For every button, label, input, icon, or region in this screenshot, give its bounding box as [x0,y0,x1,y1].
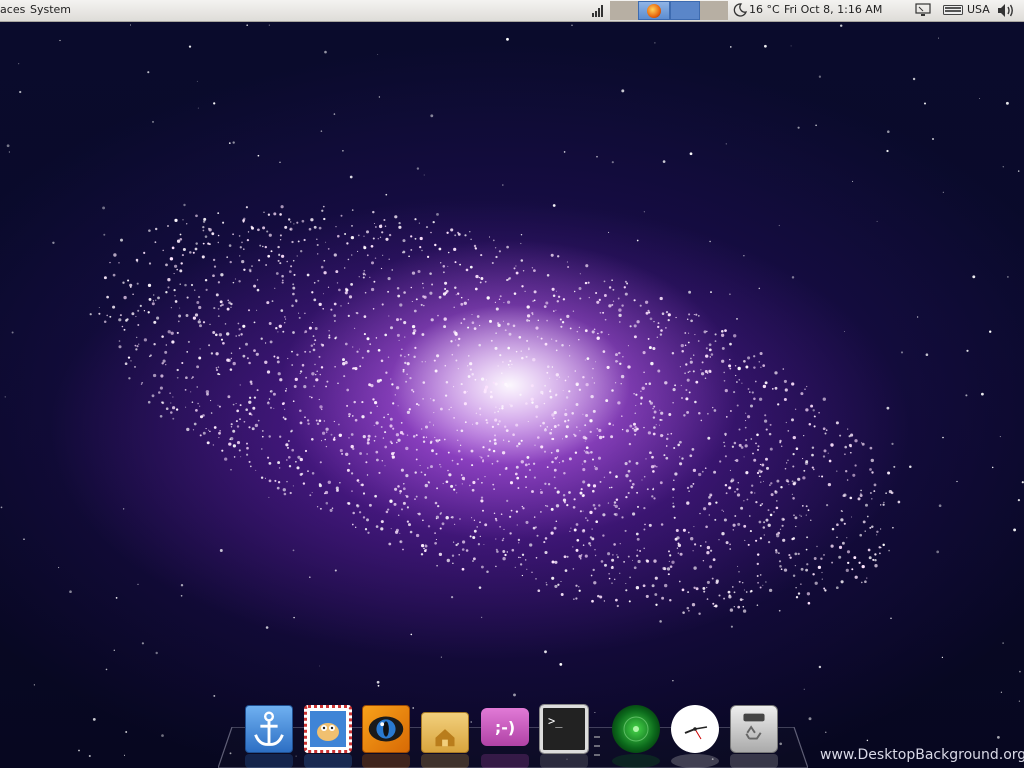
dock-item-clock[interactable] [671,705,719,753]
dock-reflection [730,754,778,768]
clock[interactable]: Fri Oct 8, 1:16 AM [784,3,882,16]
trash-icon [743,713,765,740]
clock-icon [684,726,708,740]
keyboard-layout[interactable]: USA [967,3,990,16]
taskbar-button-active-window[interactable] [670,1,700,20]
dock-reflection [245,754,293,768]
places-menu[interactable]: laces [0,3,25,16]
galaxy-stars [0,24,1024,760]
dock-item-radar[interactable] [612,705,660,753]
dock-item-chat[interactable]: ;-) [481,708,529,746]
display-icon[interactable] [915,3,931,17]
eye-icon [368,716,404,742]
weather-temperature[interactable]: 16 °C [749,3,780,16]
dock-item-terminal[interactable]: >_ [539,704,589,754]
weather-moon-icon[interactable] [733,3,747,17]
radar-icon [623,716,649,742]
dock-item-mail[interactable] [304,705,352,753]
dock-item-trash[interactable] [730,705,778,753]
signal-icon[interactable] [591,4,605,17]
volume-icon[interactable] [997,3,1015,18]
anchor-icon [254,711,284,746]
dock-separator [594,736,600,756]
dock-item-anchor[interactable] [245,705,293,753]
dock-item-eye[interactable] [362,705,410,753]
chat-bubble-icon: ;-) [494,717,516,737]
keyboard-icon[interactable] [943,5,963,15]
taskbar-button-firefox[interactable] [638,1,670,20]
top-panel: laces System 16 °C Fri Oct 8, 1:16 AM US… [0,0,1024,22]
dock-reflection [421,754,469,768]
firefox-icon [647,4,661,18]
terminal-icon: >_ [548,714,563,728]
home-folder-icon [435,729,455,747]
dock-reflection [304,754,352,768]
dock-reflection [612,754,660,768]
wallpaper-watermark: www.DesktopBackground.org [820,747,1024,763]
dock-reflection [481,754,529,768]
dock-item-home-folder[interactable] [421,712,469,753]
system-menu[interactable]: System [30,3,71,16]
window-list [610,1,728,20]
dock-reflection [362,754,410,768]
dock-reflection [671,754,719,768]
mail-stamp-icon [310,711,346,747]
dock-reflection [540,754,588,768]
desktop-wallpaper [0,0,1024,768]
